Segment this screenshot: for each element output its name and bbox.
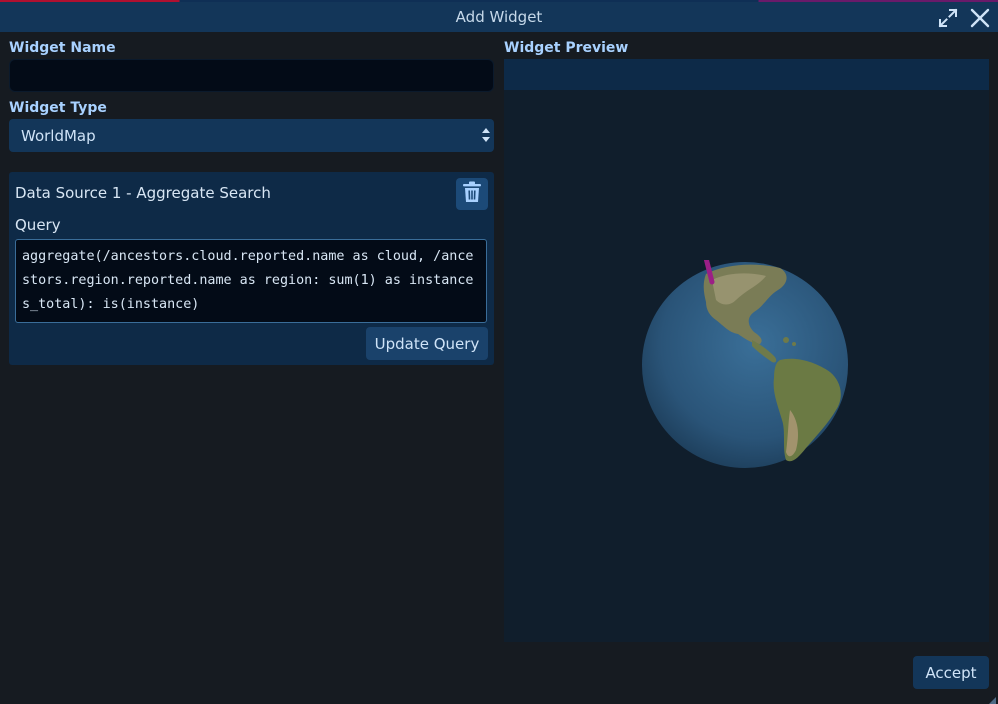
widget-name-input[interactable] [9, 59, 494, 92]
globe-icon[interactable] [640, 215, 850, 470]
add-widget-dialog: Add Widget Widget Name Widget Type World… [0, 0, 998, 704]
select-arrows-icon [482, 128, 490, 142]
query-editor[interactable]: aggregate(/ancestors.cloud.reported.name… [15, 239, 487, 323]
update-query-button[interactable]: Update Query [366, 327, 488, 360]
delete-data-source-button[interactable] [456, 178, 488, 210]
widget-preview-label: Widget Preview [504, 40, 629, 56]
resize-grip-icon[interactable] [986, 692, 996, 704]
data-source-panel: Data Source 1 - Aggregate Search Query a… [9, 172, 494, 365]
widget-name-label: Widget Name [9, 40, 116, 56]
widget-type-label: Widget Type [9, 100, 107, 116]
preview-header [504, 59, 989, 90]
close-icon[interactable] [968, 6, 992, 30]
preview-area [504, 90, 989, 642]
widget-type-select[interactable]: WorldMap [9, 119, 494, 152]
trash-icon [462, 181, 482, 207]
maximize-icon[interactable] [936, 6, 960, 30]
data-source-title: Data Source 1 - Aggregate Search [15, 184, 271, 202]
dialog-title: Add Widget [455, 8, 543, 26]
widget-type-value: WorldMap [21, 126, 96, 145]
dialog-titlebar: Add Widget [0, 2, 998, 32]
accept-button[interactable]: Accept [913, 656, 989, 689]
title-actions [936, 4, 992, 32]
query-label: Query [15, 216, 61, 234]
